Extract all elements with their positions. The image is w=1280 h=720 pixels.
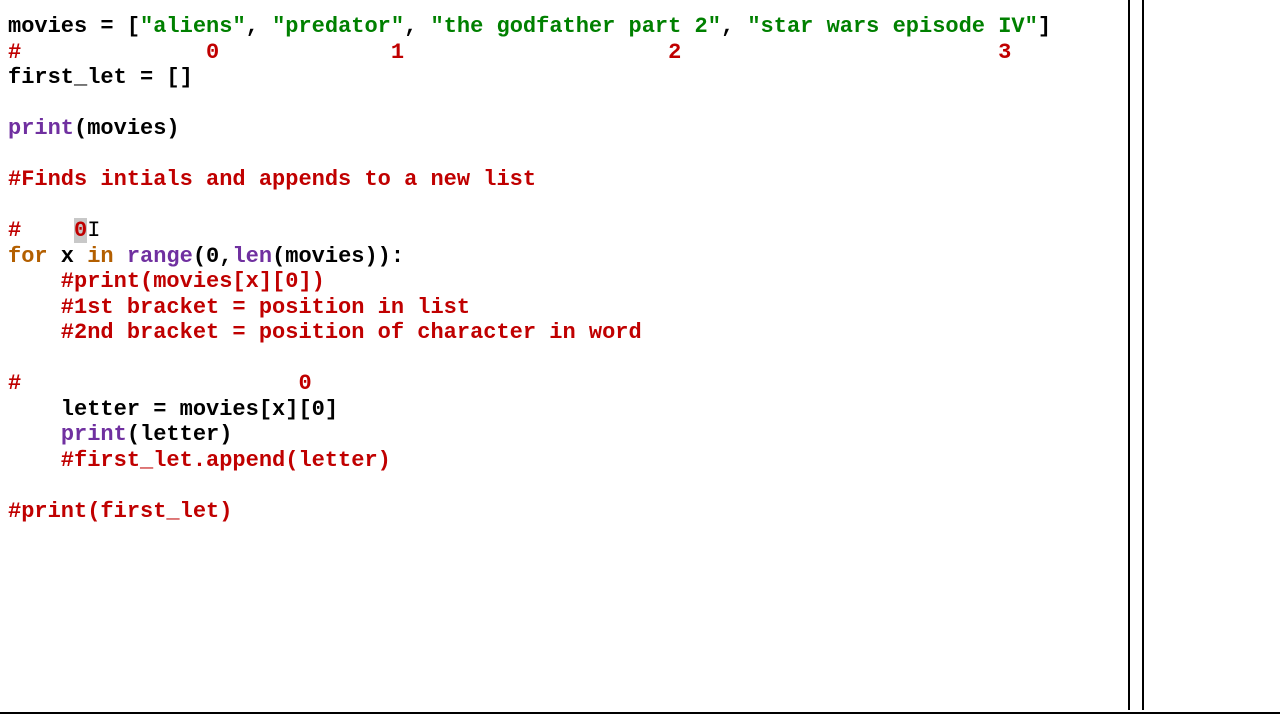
- line-13-comment: #2nd bracket = position of character in …: [8, 320, 642, 345]
- keyword-in: in: [87, 244, 113, 269]
- line-1-eq: = [: [87, 14, 140, 39]
- line-12-comment: #1st bracket = position in list: [8, 295, 470, 320]
- code-editor-viewport[interactable]: movies = ["aliens", "predator", "the god…: [0, 0, 1280, 720]
- panel-divider-right[interactable]: [1142, 0, 1144, 710]
- panel-divider-left[interactable]: [1128, 0, 1130, 710]
- line-5-args: (movies): [74, 116, 180, 141]
- line-18-comment: #first_let.append(letter): [8, 448, 391, 473]
- text-cursor-icon: I: [87, 218, 100, 243]
- line-9-selected-zero: 0: [74, 218, 87, 243]
- builtin-len: len: [232, 244, 272, 269]
- builtin-range: range: [127, 244, 193, 269]
- line-1-str4: "star wars episode IV": [747, 14, 1037, 39]
- keyword-for: for: [8, 244, 48, 269]
- line-3: first_let = []: [8, 65, 193, 90]
- line-15-comment: # 0: [8, 371, 312, 396]
- line-11-comment: #print(movies[x][0]): [8, 269, 325, 294]
- line-16-a: letter = movies[x][: [8, 397, 312, 422]
- line-1-str3: "the godfather part 2": [431, 14, 721, 39]
- line-1-str1: "aliens": [140, 14, 246, 39]
- line-1-str2: "predator": [272, 14, 404, 39]
- panel-divider-bottom[interactable]: [0, 712, 1280, 714]
- line-7-comment: #Finds intials and appends to a new list: [8, 167, 536, 192]
- line-5-print: print: [8, 116, 74, 141]
- line-1-var: movies: [8, 14, 87, 39]
- line-20-comment: #print(first_let): [8, 499, 232, 524]
- line-9-comment-hash: #: [8, 218, 74, 243]
- code-content[interactable]: movies = ["aliens", "predator", "the god…: [8, 14, 1280, 524]
- line-2-comment: # 0 1 2 3: [8, 40, 1011, 65]
- line-17-print: print: [61, 422, 127, 447]
